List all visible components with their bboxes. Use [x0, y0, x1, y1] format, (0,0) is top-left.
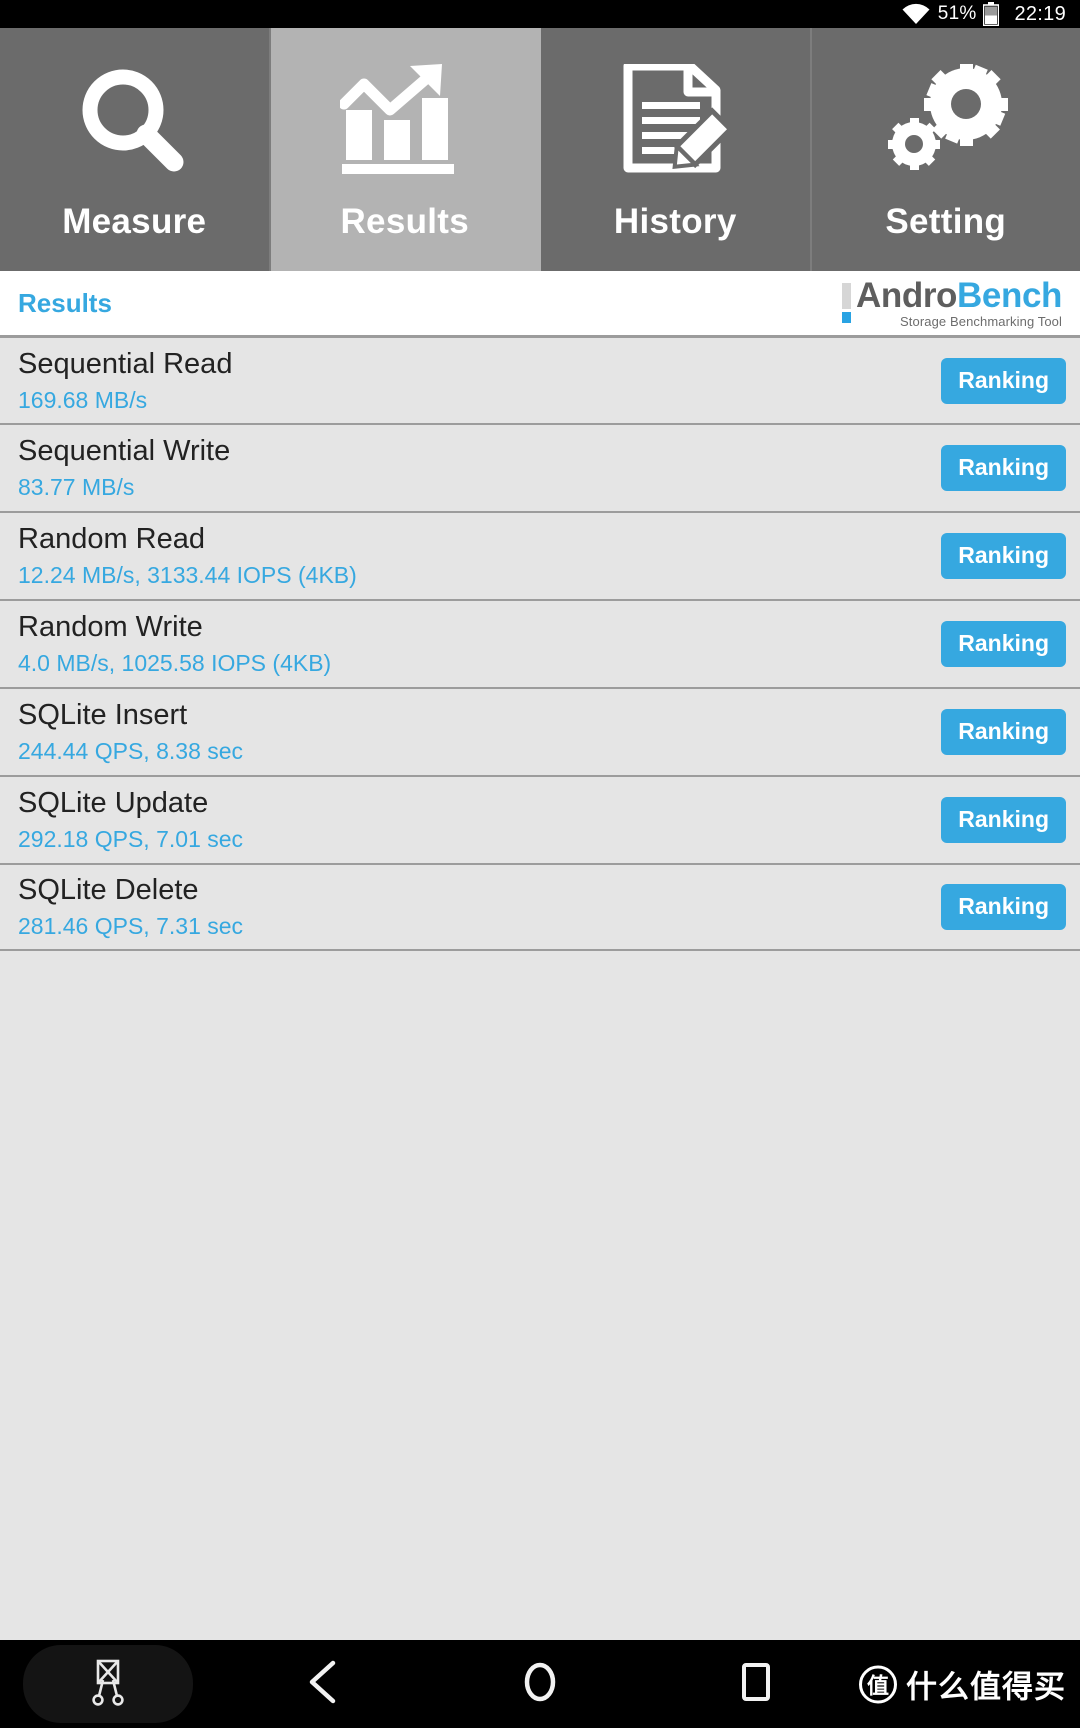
main-tab-bar: Measure Results History Setting	[0, 28, 1080, 271]
bar-chart-arrow-icon	[339, 58, 470, 176]
logo-word-bench: Bench	[957, 275, 1062, 315]
result-value: 83.77 MB/s	[18, 474, 135, 500]
logo-wordmark: AndroBench	[855, 275, 1062, 315]
result-name: SQLite Delete	[18, 874, 199, 906]
table-row[interactable]: SQLite Delete 281.46 QPS, 7.31 sec Ranki…	[0, 863, 1080, 951]
result-name: SQLite Insert	[18, 699, 188, 731]
ranking-button[interactable]: Ranking	[941, 797, 1066, 843]
ranking-button[interactable]: Ranking	[941, 533, 1066, 579]
back-triangle-icon[interactable]	[306, 1660, 342, 1709]
result-name: Sequential Read	[18, 347, 233, 380]
result-value: 4.0 MB/s, 1025.58 IOPS (4KB)	[18, 650, 332, 676]
table-row[interactable]: Sequential Write 83.77 MB/s Ranking	[0, 423, 1080, 511]
androbench-logo: AndroBench Storage Benchmarking Tool	[841, 275, 1076, 329]
result-value: 292.18 QPS, 7.01 sec	[18, 826, 244, 852]
home-circle-icon[interactable]	[520, 1660, 560, 1709]
ranking-button[interactable]: Ranking	[941, 884, 1066, 930]
screenshot-button-slot[interactable]	[0, 1640, 216, 1728]
result-value: 169.68 MB/s	[18, 386, 148, 413]
ranking-button[interactable]: Ranking	[941, 357, 1066, 404]
tab-history[interactable]: History	[541, 28, 812, 271]
page-header: Results AndroBench Storage Benchmarking …	[0, 271, 1080, 335]
result-name: Random Write	[18, 611, 203, 643]
result-name: Random Read	[18, 523, 205, 555]
result-name: Sequential Write	[18, 435, 231, 467]
recents-square-icon[interactable]	[739, 1660, 773, 1709]
result-name: SQLite Update	[18, 787, 209, 819]
logo-word-andro: Andro	[855, 275, 958, 315]
tab-label-measure: Measure	[62, 201, 207, 241]
recents-button[interactable]	[648, 1640, 864, 1728]
ranking-button[interactable]: Ranking	[941, 709, 1066, 755]
table-row[interactable]: Random Write 4.0 MB/s, 1025.58 IOPS (4KB…	[0, 599, 1080, 687]
wifi-icon	[901, 3, 931, 25]
tab-setting[interactable]: Setting	[811, 28, 1080, 271]
watermark: 值 什么值得买	[859, 1662, 1066, 1707]
android-navigation-bar: 值 什么值得买	[0, 1640, 1080, 1728]
gears-icon	[878, 58, 1014, 176]
ranking-button[interactable]: Ranking	[941, 445, 1066, 491]
results-list: Sequential Read 169.68 MB/s Ranking Sequ…	[0, 335, 1080, 951]
result-value: 281.46 QPS, 7.31 sec	[18, 913, 244, 939]
document-pencil-icon	[612, 58, 738, 176]
status-bar: 51% 22:19	[0, 0, 1080, 28]
watermark-text: 什么值得买	[906, 1669, 1066, 1706]
home-button[interactable]	[432, 1640, 648, 1728]
table-row[interactable]: Sequential Read 169.68 MB/s Ranking	[0, 335, 1080, 423]
table-row[interactable]: SQLite Update 292.18 QPS, 7.01 sec Ranki…	[0, 775, 1080, 863]
page-title: Results	[18, 287, 112, 318]
tab-label-history: History	[613, 201, 737, 241]
watermark-badge-icon: 值	[859, 1665, 897, 1703]
result-value: 244.44 QPS, 8.38 sec	[18, 738, 244, 764]
logo-bars-icon	[841, 278, 851, 323]
magnifier-icon	[64, 58, 204, 176]
tab-results[interactable]: Results	[270, 28, 541, 271]
back-button[interactable]	[216, 1640, 432, 1728]
tab-label-results: Results	[340, 201, 470, 241]
result-value: 12.24 MB/s, 3133.44 IOPS (4KB)	[18, 562, 357, 588]
empty-list-area	[0, 951, 1080, 1647]
table-row[interactable]: SQLite Insert 244.44 QPS, 8.38 sec Ranki…	[0, 687, 1080, 775]
tab-measure[interactable]: Measure	[0, 28, 271, 271]
ranking-button[interactable]: Ranking	[941, 621, 1066, 667]
screenshot-scissors-icon[interactable]	[86, 1658, 130, 1711]
status-clock: 22:19	[1014, 2, 1066, 25]
battery-percent-label: 51%	[937, 3, 977, 24]
battery-icon	[983, 2, 1000, 26]
tab-label-setting: Setting	[885, 201, 1007, 241]
logo-tagline: Storage Benchmarking Tool	[900, 313, 1062, 329]
table-row[interactable]: Random Read 12.24 MB/s, 3133.44 IOPS (4K…	[0, 511, 1080, 599]
